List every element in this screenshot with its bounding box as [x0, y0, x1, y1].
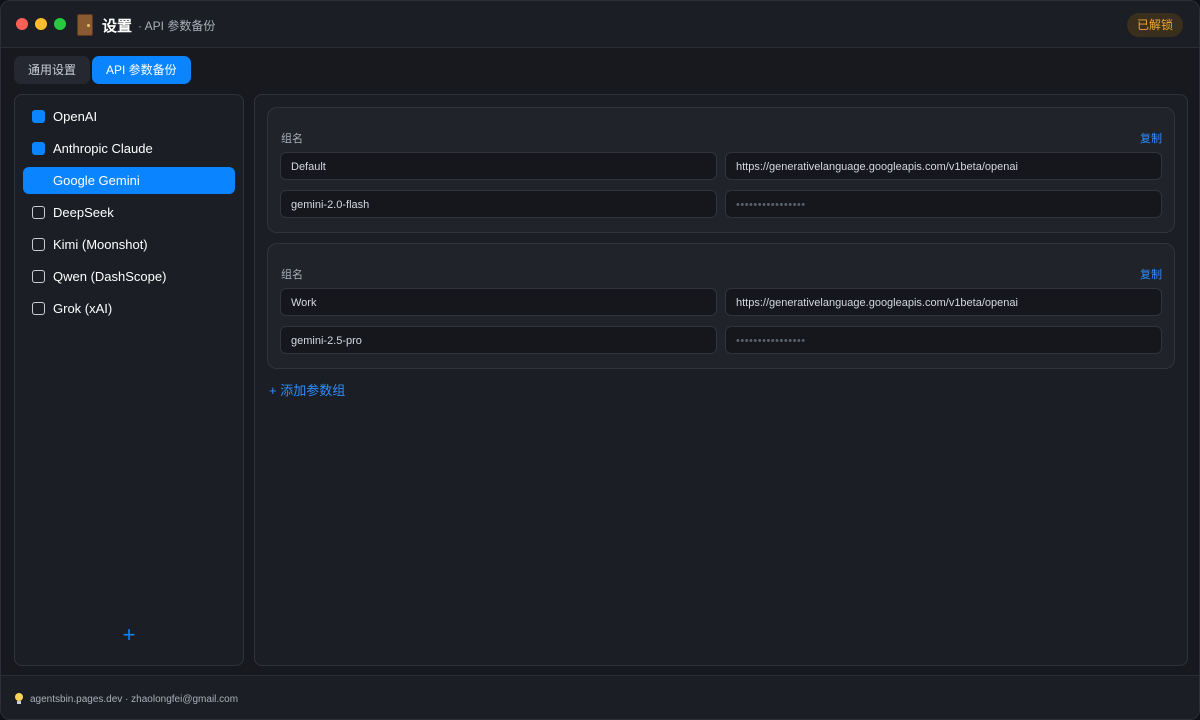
zoom-window-button[interactable] [54, 18, 66, 30]
provider-label: Qwen (DashScope) [53, 269, 167, 284]
minimize-window-button[interactable] [35, 18, 47, 30]
api-groups-panel: 组名 复制 Default https://generativelanguage… [254, 94, 1188, 666]
tab-api-backup[interactable]: API 参数备份 [92, 56, 191, 84]
provider-label: OpenAI [53, 109, 98, 124]
provider-checkbox[interactable] [32, 302, 45, 315]
provider-item-qwen[interactable]: Qwen (DashScope) [23, 263, 235, 290]
provider-item-gemini[interactable]: Google Gemini [23, 167, 235, 194]
provider-item-grok[interactable]: Grok (xAI) [23, 295, 235, 322]
unlock-status-badge[interactable]: 已解锁 [1126, 13, 1183, 37]
copy-group-button[interactable]: 复制 [1140, 130, 1162, 146]
provider-checkbox[interactable] [32, 238, 45, 251]
api-key-field[interactable]: •••••••••••••••• [725, 190, 1162, 218]
close-window-button[interactable] [16, 18, 28, 30]
param-group-card: 组名 复制 Default https://generativelanguage… [267, 107, 1175, 233]
group-name-label: 组名 [281, 269, 303, 281]
provider-item-kimi[interactable]: Kimi (Moonshot) [23, 231, 235, 258]
add-param-group-button[interactable]: + 添加参数组 [269, 380, 345, 399]
lightbulb-icon [15, 693, 23, 704]
model-field[interactable]: gemini-2.5-pro [280, 326, 717, 354]
provider-label: Anthropic Claude [53, 141, 153, 156]
window-subtitle: · API 参数备份 [138, 19, 216, 33]
provider-checkbox[interactable] [32, 142, 45, 155]
provider-checkbox[interactable] [32, 206, 45, 219]
provider-item-openai[interactable]: OpenAI [23, 103, 235, 130]
provider-label: Grok (xAI) [53, 301, 113, 316]
footer-bar: agentsbin.pages.dev · zhaolongfei@gmail.… [1, 675, 1199, 719]
group-name-field[interactable]: Work [280, 288, 717, 316]
base-url-field[interactable]: https://generativelanguage.googleapis.co… [725, 152, 1162, 180]
settings-window: 设置 · API 参数备份 已解锁 通用设置 API 参数备份 OpenAI A… [0, 0, 1200, 720]
add-provider-plus-icon[interactable]: + [120, 624, 138, 646]
window-title: 设置 [102, 18, 133, 35]
provider-checkbox[interactable] [32, 174, 45, 187]
title-bar: 设置 · API 参数备份 已解锁 [1, 1, 1199, 48]
footer-text: agentsbin.pages.dev · zhaolongfei@gmail.… [30, 694, 239, 705]
provider-checkbox[interactable] [32, 270, 45, 283]
param-group-card: 组名 复制 Work https://generativelanguage.go… [267, 243, 1175, 369]
provider-item-anthropic[interactable]: Anthropic Claude [23, 135, 235, 162]
api-key-field[interactable]: •••••••••••••••• [725, 326, 1162, 354]
provider-item-deepseek[interactable]: DeepSeek [23, 199, 235, 226]
provider-checkbox[interactable] [32, 110, 45, 123]
base-url-field[interactable]: https://generativelanguage.googleapis.co… [725, 288, 1162, 316]
group-name-field[interactable]: Default [280, 152, 717, 180]
tab-general-settings[interactable]: 通用设置 [14, 56, 91, 84]
provider-sidebar: OpenAI Anthropic Claude Google Gemini De… [14, 94, 244, 666]
model-field[interactable]: gemini-2.0-flash [280, 190, 717, 218]
group-name-label: 组名 [281, 133, 303, 145]
door-icon [77, 14, 93, 36]
provider-label: Google Gemini [53, 173, 140, 188]
provider-label: Kimi (Moonshot) [53, 237, 148, 252]
copy-group-button[interactable]: 复制 [1140, 266, 1162, 282]
provider-label: DeepSeek [53, 205, 114, 220]
